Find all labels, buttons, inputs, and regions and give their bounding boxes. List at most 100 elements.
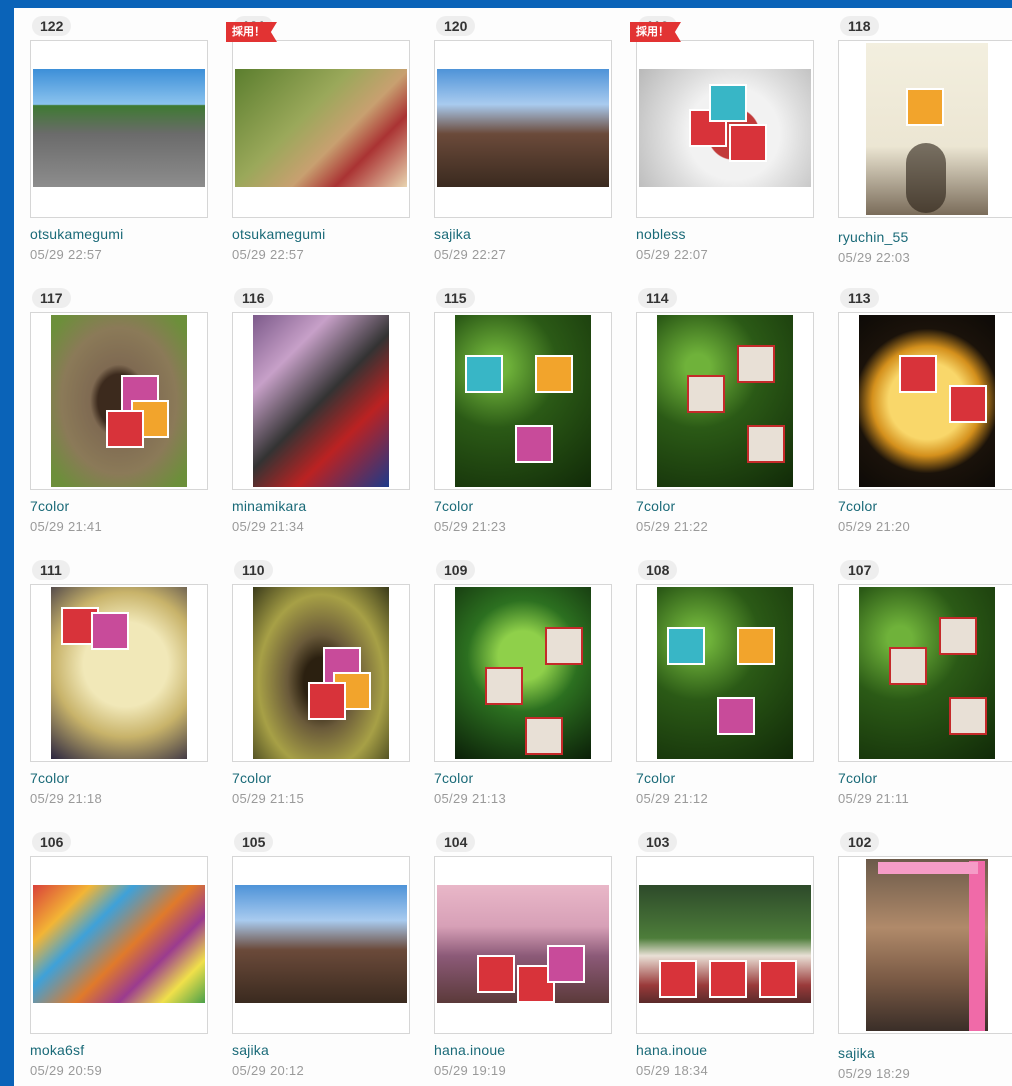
username-link[interactable]: ryuchin_55	[838, 229, 909, 245]
thumbnail-image[interactable]	[859, 587, 995, 759]
username-link[interactable]: 7color	[30, 770, 69, 786]
candy-box-graphic	[545, 627, 583, 665]
username-link[interactable]: hana.inoue	[636, 1042, 707, 1058]
thumbnail-frame[interactable]	[232, 312, 410, 490]
thumbnail-image[interactable]	[437, 885, 609, 1003]
thumbnail-frame[interactable]	[434, 312, 612, 490]
thumbnail-frame[interactable]	[838, 40, 1012, 218]
username-link[interactable]: hana.inoue	[434, 1042, 505, 1058]
photo-card[interactable]: 106 moka6sf 05/29 20:59	[30, 832, 232, 1086]
username-link[interactable]: sajika	[838, 1045, 875, 1061]
candy-box-graphic	[709, 84, 747, 122]
photo-card[interactable]: 107 7color 05/29 21:11	[838, 560, 1012, 832]
thumbnail-frame[interactable]	[30, 584, 208, 762]
photo-card[interactable]: 118 ryuchin_55 05/29 22:03	[838, 16, 1012, 288]
thumbnail-image[interactable]	[455, 315, 591, 487]
photo-card[interactable]: 105 sajika 05/29 20:12	[232, 832, 434, 1086]
username-link[interactable]: 7color	[636, 770, 675, 786]
photo-card[interactable]: 111 7color 05/29 21:18	[30, 560, 232, 832]
thumbnail-image[interactable]	[859, 315, 995, 487]
grid-row: 122otsukamegumi05/29 22:57121採用！otsukame…	[30, 16, 1012, 288]
photo-card[interactable]: 108 7color 05/29 21:12	[636, 560, 838, 832]
thumbnail-image[interactable]	[437, 69, 609, 187]
thumbnail-image[interactable]	[33, 69, 205, 187]
username-link[interactable]: nobless	[636, 226, 686, 242]
username-link[interactable]: moka6sf	[30, 1042, 84, 1058]
thumbnail-frame[interactable]	[30, 856, 208, 1034]
username-link[interactable]: 7color	[232, 770, 271, 786]
thumbnail-frame[interactable]	[434, 40, 612, 218]
thumbnail-frame[interactable]	[30, 40, 208, 218]
timestamp: 05/29 18:29	[838, 1066, 910, 1081]
username-link[interactable]: 7color	[636, 498, 675, 514]
thumbnail-frame[interactable]	[232, 40, 410, 218]
username-link[interactable]: otsukamegumi	[30, 226, 123, 242]
photo-card[interactable]: 115 7color 05/29 21:23	[434, 288, 636, 560]
candy-box-graphic	[667, 627, 705, 665]
thumbnail-frame[interactable]	[838, 856, 1012, 1034]
photo-card[interactable]: 113 7color 05/29 21:20	[838, 288, 1012, 560]
username-link[interactable]: sajika	[232, 1042, 269, 1058]
username-link[interactable]: 7color	[434, 498, 473, 514]
thumbnail-image[interactable]	[657, 587, 793, 759]
photo-card[interactable]: 109 7color 05/29 21:13	[434, 560, 636, 832]
thumbnail-image[interactable]	[253, 315, 389, 487]
entry-number: 111	[32, 560, 70, 580]
photo-card[interactable]: 121採用！otsukamegumi05/29 22:57	[226, 16, 434, 288]
thumbnail-frame[interactable]	[636, 584, 814, 762]
thumbnail-frame[interactable]	[838, 312, 1012, 490]
thumbnail-frame[interactable]	[636, 40, 814, 218]
thumbnail-frame[interactable]	[232, 856, 410, 1034]
grid-row: 106 moka6sf 05/29 20:59 105 sajika 05/29 20:1…	[30, 832, 1012, 1086]
thumbnail-image[interactable]	[639, 69, 811, 187]
thumbnail-frame[interactable]	[636, 856, 814, 1034]
thumbnail-frame[interactable]	[30, 312, 208, 490]
username-link[interactable]: 7color	[838, 498, 877, 514]
entry-number: 109	[436, 560, 476, 580]
thumbnail-image[interactable]	[866, 43, 988, 215]
candy-box-graphic	[91, 612, 129, 650]
username-link[interactable]: 7color	[838, 770, 877, 786]
username-link[interactable]: minamikara	[232, 498, 306, 514]
photo-card[interactable]: 122 otsukamegumi 05/29 22:57	[30, 16, 232, 288]
thumbnail-image[interactable]	[33, 885, 205, 1003]
timestamp: 05/29 22:07	[636, 247, 708, 262]
candy-box-graphic	[949, 697, 987, 735]
grid-row: 111 7color 05/29 21:18 110 7color 05/29 21:15…	[30, 560, 1012, 832]
thumbnail-image[interactable]	[51, 587, 187, 759]
thumbnail-image[interactable]	[253, 587, 389, 759]
thumbnail-image[interactable]	[235, 69, 407, 187]
username-link[interactable]: 7color	[434, 770, 473, 786]
photo-card[interactable]: 103 hana.inoue 05/29 18:34	[636, 832, 838, 1086]
thumbnail-frame[interactable]	[838, 584, 1012, 762]
thumbnail-image[interactable]	[639, 885, 811, 1003]
thumbnail-image[interactable]	[51, 315, 187, 487]
username-link[interactable]: 7color	[30, 498, 69, 514]
photo-card[interactable]: 110 7color 05/29 21:15	[232, 560, 434, 832]
timestamp: 05/29 21:23	[434, 519, 506, 534]
timestamp: 05/29 21:12	[636, 791, 708, 806]
timestamp: 05/29 21:13	[434, 791, 506, 806]
thumbnail-image[interactable]	[235, 885, 407, 1003]
thumbnail-image[interactable]	[657, 315, 793, 487]
caption-bar-graphic	[878, 862, 978, 874]
thumbnail-frame[interactable]	[434, 584, 612, 762]
thumbnail-frame[interactable]	[434, 856, 612, 1034]
thumbnail-frame[interactable]	[636, 312, 814, 490]
thumbnail-frame[interactable]	[232, 584, 410, 762]
entry-number: 113	[840, 288, 879, 308]
thumbnail-image[interactable]	[455, 587, 591, 759]
photo-card[interactable]: 117 7color 05/29 21:41	[30, 288, 232, 560]
photo-card[interactable]: 104 hana.inoue 05/29 19:19	[434, 832, 636, 1086]
candy-box-graphic	[939, 617, 977, 655]
photo-card[interactable]: 116 minamikara 05/29 21:34	[232, 288, 434, 560]
photo-card[interactable]: 119採用！nobless05/29 22:07	[630, 16, 838, 288]
candy-box-graphic	[906, 88, 944, 126]
photo-card[interactable]: 114 7color 05/29 21:22	[636, 288, 838, 560]
photo-card[interactable]: 102 sajika 05/29 18:29	[838, 832, 1012, 1086]
username-link[interactable]: otsukamegumi	[232, 226, 325, 242]
photo-card[interactable]: 120 sajika 05/29 22:27	[434, 16, 636, 288]
thumbnail-image[interactable]	[866, 859, 988, 1031]
username-link[interactable]: sajika	[434, 226, 471, 242]
entry-number: 104	[436, 832, 476, 852]
